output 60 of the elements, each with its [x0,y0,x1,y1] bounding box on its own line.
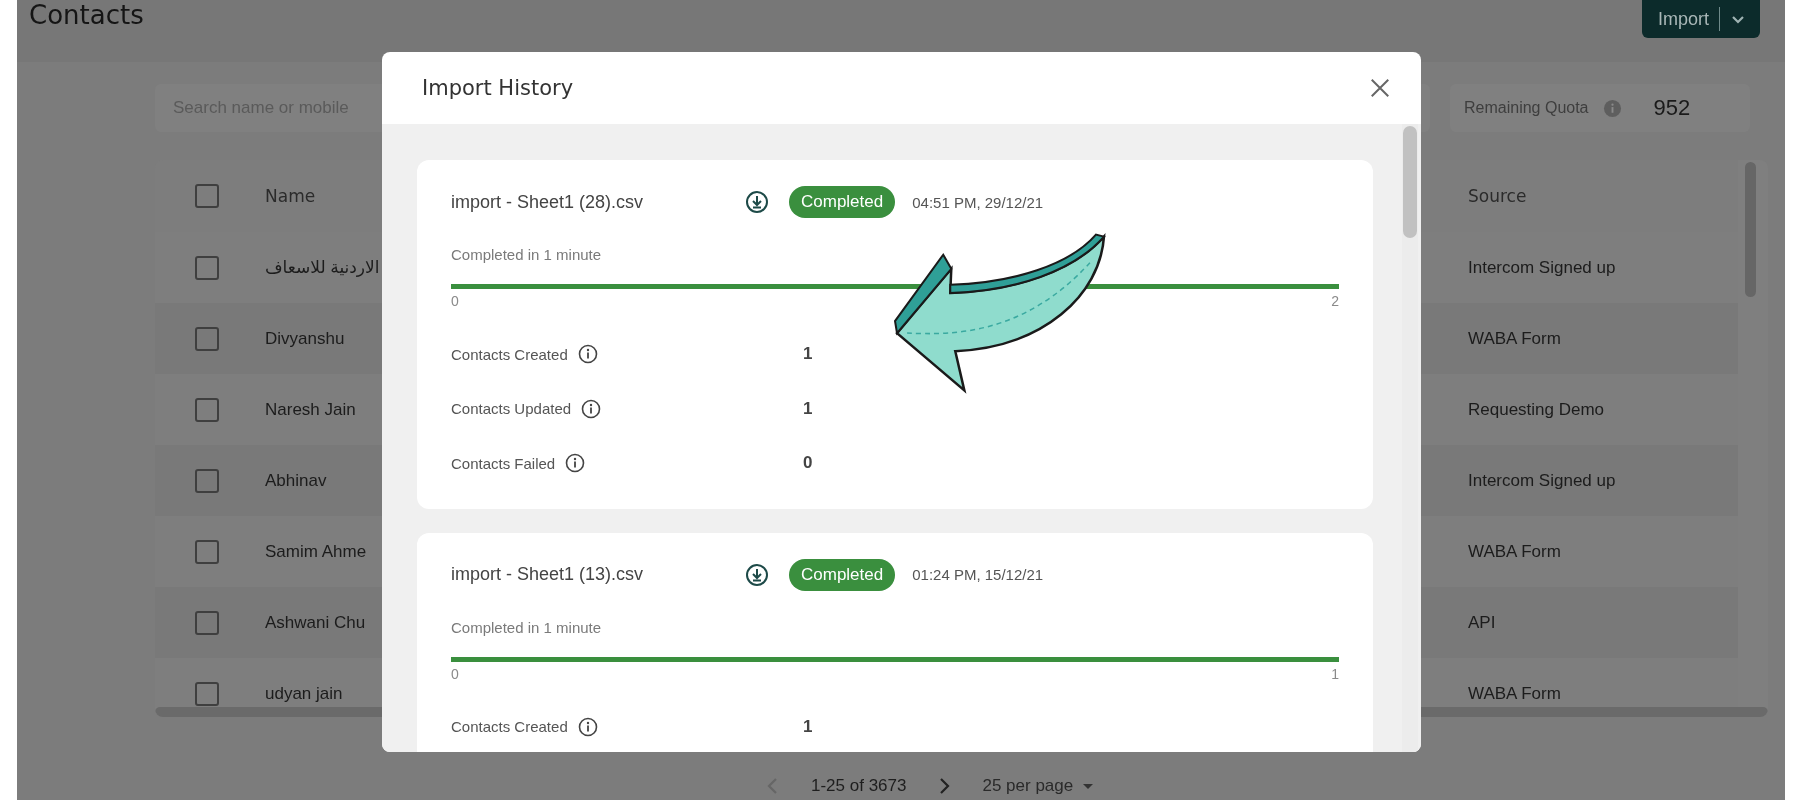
info-icon[interactable] [565,453,586,474]
page-title: Contacts [29,0,144,30]
table-cell: API [1468,612,1496,633]
stat-value: 1 [803,398,813,419]
table-cell: WABA Form [1468,328,1561,349]
stat-value: 1 [803,716,813,737]
checkbox[interactable] [195,539,219,564]
table-cell: Ashwani Chu [265,612,366,633]
quota-value: 952 [1653,95,1691,121]
stat-value: 0 [803,453,813,474]
table-cell: WABA Form [1468,541,1561,562]
table-cell: Abhinav [265,470,327,491]
info-icon[interactable] [581,398,602,419]
scale-label: 1 [1331,665,1339,684]
file-name: import - Sheet1 (13).csv [451,564,645,585]
timestamp: 04:51 PM, 29/12/21 [912,193,1044,211]
table-cell: Naresh Jain [265,399,356,420]
table-cell: WABA Form [1468,683,1561,704]
stat-value: 1 [803,344,813,365]
column-header[interactable]: Source [1468,186,1527,206]
info-icon[interactable] [577,344,598,365]
table-cell: Samim Ahme [265,541,367,562]
column-header[interactable]: Name [265,186,316,206]
table-cell: Intercom Signed up [1468,470,1616,491]
download-icon[interactable] [745,190,769,214]
checkbox[interactable] [195,397,219,422]
checkbox[interactable] [195,610,219,635]
checkbox[interactable] [195,326,219,351]
status-badge: Completed [789,186,896,218]
stat-label: Contacts Updated [451,400,572,418]
scrollbar[interactable] [1402,124,1418,752]
stat-label: Contacts Created [451,718,568,736]
download-icon[interactable] [745,562,769,587]
status-badge: Completed [789,558,896,591]
scrollbar[interactable] [1745,162,1756,297]
table-cell: Divyanshu [265,328,345,349]
per-page-dropdown[interactable]: 25 per page [982,776,1096,796]
import-button[interactable]: Import [1642,0,1760,38]
timestamp: 01:24 PM, 15/12/21 [912,566,1044,583]
scale-label: 2 [1331,293,1339,311]
duration-text: Completed in 1 minute [451,246,603,265]
checkbox[interactable] [195,184,219,208]
scale-label: 0 [451,665,459,684]
page-range: 1-25 of 3673 [811,776,907,796]
close-icon[interactable] [1369,77,1391,99]
file-name: import - Sheet1 (28).csv [451,191,645,213]
table-cell: udyan jain [265,683,343,704]
table-cell: الاردنية للاسعاف [265,257,380,278]
dialog-title: Import History [422,76,574,100]
info-icon[interactable] [577,716,598,737]
checkbox[interactable] [195,468,219,493]
checkbox[interactable] [195,255,219,280]
quota-label: Remaining Quota [1464,99,1589,117]
checkbox[interactable] [195,681,219,706]
table-cell: Intercom Signed up [1468,257,1616,278]
stat-label: Contacts Failed [451,454,556,472]
table-cell: Requesting Demo [1468,399,1605,420]
duration-text: Completed in 1 minute [451,618,603,638]
stat-label: Contacts Created [451,345,568,363]
scale-label: 0 [451,293,459,311]
